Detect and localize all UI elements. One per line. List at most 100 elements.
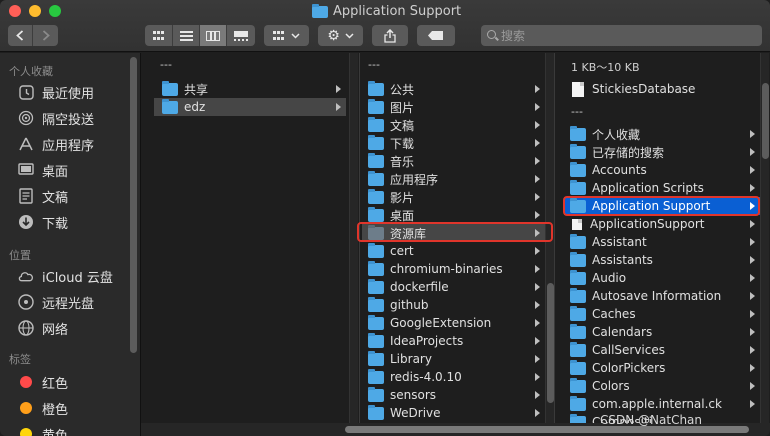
list-item[interactable]: 个人收藏 — [564, 125, 760, 143]
list-item[interactable]: 共享 — [154, 80, 346, 98]
column-scrollbar[interactable] — [760, 53, 769, 436]
sidebar-item-label: iCloud 云盘 — [42, 270, 113, 286]
list-item[interactable]: github — [362, 296, 545, 314]
sidebar-item-desktop[interactable]: 桌面 — [18, 159, 68, 181]
list-item[interactable]: chromium-binaries — [362, 260, 545, 278]
sidebar-item-tag-red[interactable]: 红色 — [18, 371, 68, 393]
list-item[interactable]: 已存储的搜索 — [564, 143, 760, 161]
document-icon — [572, 218, 582, 230]
search-field[interactable] — [481, 25, 762, 46]
list-item[interactable]: 图片 — [362, 98, 545, 116]
chevron-right-icon — [535, 121, 540, 129]
chevron-right-icon — [750, 310, 755, 318]
list-item[interactable]: cert — [362, 242, 545, 260]
column-scrollbar[interactable] — [545, 53, 554, 436]
sidebar-item-label: 下载 — [42, 216, 69, 232]
list-item[interactable]: 下载 — [362, 134, 545, 152]
list-item[interactable]: Assistant — [564, 233, 760, 251]
sidebar-item-remote-disc[interactable]: 远程光盘 — [18, 291, 94, 313]
item-label: Audio — [592, 271, 627, 285]
sidebar-item-tag-yellow[interactable]: 黄色 — [18, 423, 68, 436]
list-item[interactable]: ColorPickers — [564, 359, 760, 377]
list-item[interactable]: Application Scripts — [564, 179, 760, 197]
folder-icon — [368, 278, 384, 294]
list-item[interactable]: Colors — [564, 377, 760, 395]
list-item[interactable]: redis-4.0.10 — [362, 368, 545, 386]
column-view-button[interactable] — [200, 25, 227, 46]
list-item[interactable]: ApplicationSupport — [564, 215, 760, 233]
list-item[interactable]: Audio — [564, 269, 760, 287]
group-by-button[interactable] — [264, 25, 309, 46]
chevron-right-icon — [535, 391, 540, 399]
chevron-right-icon — [750, 238, 755, 246]
list-item[interactable]: Accounts — [564, 161, 760, 179]
item-label: StickiesDatabase — [592, 82, 696, 96]
sidebar-item-network[interactable]: 网络 — [18, 317, 68, 339]
list-item[interactable]: 文稿 — [362, 116, 545, 134]
minimize-window-button[interactable] — [29, 5, 41, 17]
item-label: CallServices — [592, 343, 666, 357]
chevron-right-icon — [750, 184, 755, 192]
sidebar-item-label: 应用程序 — [42, 138, 95, 154]
folder-icon — [570, 305, 586, 321]
folder-icon — [570, 251, 586, 267]
list-view-button[interactable] — [173, 25, 200, 46]
chevron-right-icon — [535, 193, 540, 201]
gallery-view-button[interactable] — [227, 25, 255, 46]
gear-icon: ⚙ — [327, 27, 340, 44]
column-scrollbar[interactable] — [349, 53, 358, 436]
scrollbar-thumb[interactable] — [547, 283, 554, 403]
chevron-right-icon — [535, 175, 540, 183]
list-item[interactable]: Calendars — [564, 323, 760, 341]
red-tag-dot — [20, 376, 32, 388]
action-menu-button[interactable]: ⚙ — [318, 25, 363, 46]
sidebar-scrollbar[interactable] — [130, 57, 137, 353]
list-item-selected[interactable]: edz — [154, 98, 346, 116]
item-label: Colors — [592, 379, 630, 393]
list-item[interactable]: GoogleExtension — [362, 314, 545, 332]
list-item[interactable]: Autosave Information — [564, 287, 760, 305]
scrollbar-thumb[interactable] — [345, 426, 749, 433]
folder-icon — [570, 395, 586, 411]
scrollbar-thumb[interactable] — [762, 83, 769, 159]
list-item[interactable]: sensors — [362, 386, 545, 404]
chevron-right-icon — [535, 283, 540, 291]
search-input[interactable] — [501, 28, 741, 43]
item-label: cert — [390, 244, 414, 258]
list-item[interactable]: Library — [362, 350, 545, 368]
chevron-right-icon — [535, 265, 540, 273]
sidebar-item-applications[interactable]: 应用程序 — [18, 133, 94, 155]
item-label: 公共 — [390, 82, 415, 97]
list-item[interactable]: 应用程序 — [362, 170, 545, 188]
chevron-right-icon — [750, 130, 755, 138]
sidebar-item-airdrop[interactable]: 隔空投送 — [18, 107, 94, 129]
list-item[interactable]: 影片 — [362, 188, 545, 206]
sidebar: 个人收藏 最近使用 隔空投送 应用程序 桌面 文稿 下载 位置 iCloud 云… — [0, 53, 141, 436]
zoom-window-button[interactable] — [49, 5, 61, 17]
list-item[interactable]: dockerfile — [362, 278, 545, 296]
chevron-right-icon — [535, 247, 540, 255]
list-item[interactable]: Caches — [564, 305, 760, 323]
list-item[interactable]: com.apple.internal.ck — [564, 395, 760, 413]
sidebar-item-documents[interactable]: 文稿 — [18, 185, 68, 207]
sidebar-item-tag-orange[interactable]: 橙色 — [18, 397, 68, 419]
close-window-button[interactable] — [9, 5, 21, 17]
folder-icon — [368, 206, 384, 222]
sidebar-item-downloads[interactable]: 下载 — [18, 211, 68, 233]
icon-view-button[interactable] — [145, 25, 173, 46]
list-item[interactable]: WeDrive — [362, 404, 545, 422]
sidebar-item-icloud[interactable]: iCloud 云盘 — [18, 265, 113, 287]
list-item[interactable]: CallServices — [564, 341, 760, 359]
item-label: WeDrive — [390, 406, 441, 420]
list-item[interactable]: Assistants — [564, 251, 760, 269]
share-button[interactable] — [372, 25, 408, 46]
list-item[interactable]: 音乐 — [362, 152, 545, 170]
back-button[interactable] — [8, 25, 33, 46]
forward-button[interactable] — [33, 25, 58, 46]
tag-button[interactable] — [417, 25, 455, 46]
list-item[interactable]: IdeaProjects — [362, 332, 545, 350]
list-item[interactable]: StickiesDatabase — [564, 80, 760, 98]
list-item[interactable]: 公共 — [362, 80, 545, 98]
chevron-right-icon — [750, 148, 755, 156]
sidebar-item-recents[interactable]: 最近使用 — [18, 81, 94, 103]
